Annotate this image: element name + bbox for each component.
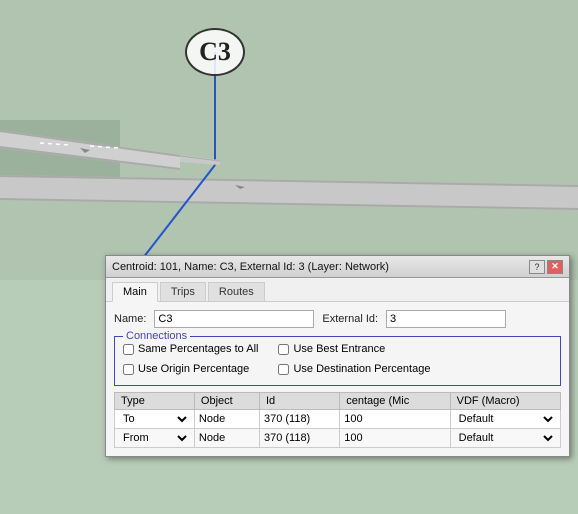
connections-table: Type Object Id centage (Mic VDF (Macro) … [114,392,561,448]
id-cell-2: 370 (118) [259,429,339,448]
tab-main[interactable]: Main [112,282,158,302]
dialog-title: Centroid: 101, Name: C3, External Id: 3 … [112,261,389,273]
name-input[interactable] [154,310,314,328]
dialog-window: Centroid: 101, Name: C3, External Id: 3 … [105,255,570,457]
best-entrance-label: Use Best Entrance [293,343,385,355]
object-cell-2: Node [194,429,259,448]
help-button[interactable]: ? [529,260,545,274]
table-row: To From Node 370 (118) 100 Default [115,410,561,429]
dialog-titlebar: Centroid: 101, Name: C3, External Id: 3 … [106,256,569,278]
name-label: Name: [114,313,146,325]
title-buttons: ? ✕ [529,260,563,274]
col-vdf: VDF (Macro) [450,393,560,410]
dialog-content: Name: External Id: Connections Same Perc… [106,302,569,456]
col-id: Id [259,393,339,410]
table-header: Type Object Id centage (Mic VDF (Macro) [115,393,561,410]
tab-routes[interactable]: Routes [208,282,265,301]
table-row: From To Node 370 (118) 100 Default [115,429,561,448]
ext-id-input[interactable] [386,310,506,328]
centroid-label: C3 [185,28,245,76]
checkbox-col-left: Same Percentages to All Use Origin Perce… [123,343,258,379]
name-row: Name: External Id: [114,310,561,328]
origin-pct-checkbox[interactable] [123,364,134,375]
table-body: To From Node 370 (118) 100 Default [115,410,561,448]
vdf-cell-2[interactable]: Default [450,429,560,448]
vdf-select-1[interactable]: Default [455,412,556,426]
same-pct-checkbox[interactable] [123,344,134,355]
dest-pct-label: Use Destination Percentage [293,363,430,375]
close-button[interactable]: ✕ [547,260,563,274]
col-object: Object [194,393,259,410]
connections-group: Connections Same Percentages to All Use … [114,336,561,386]
best-entrance-checkbox[interactable] [278,344,289,355]
vdf-cell-1[interactable]: Default [450,410,560,429]
ext-id-label: External Id: [322,313,378,325]
checkbox-best-entrance: Use Best Entrance [278,343,430,355]
type-select-2[interactable]: From To [119,431,190,445]
table-header-row: Type Object Id centage (Mic VDF (Macro) [115,393,561,410]
type-cell-1[interactable]: To From [115,410,195,429]
origin-pct-label: Use Origin Percentage [138,363,249,375]
checkbox-same-pct: Same Percentages to All [123,343,258,355]
centage-cell-2: 100 [340,429,450,448]
type-select-1[interactable]: To From [119,412,190,426]
tab-trips[interactable]: Trips [160,282,206,301]
type-cell-2[interactable]: From To [115,429,195,448]
checkbox-columns: Same Percentages to All Use Origin Perce… [123,343,552,379]
checkbox-col-right: Use Best Entrance Use Destination Percen… [278,343,430,379]
col-type: Type [115,393,195,410]
col-centage: centage (Mic [340,393,450,410]
id-cell-1: 370 (118) [259,410,339,429]
tab-bar: Main Trips Routes [106,278,569,302]
object-cell-1: Node [194,410,259,429]
same-pct-label: Same Percentages to All [138,343,258,355]
checkbox-origin-pct: Use Origin Percentage [123,363,258,375]
checkbox-dest-pct: Use Destination Percentage [278,363,430,375]
dest-pct-checkbox[interactable] [278,364,289,375]
connections-legend: Connections [123,330,190,342]
vdf-select-2[interactable]: Default [455,431,556,445]
centage-cell-1: 100 [340,410,450,429]
